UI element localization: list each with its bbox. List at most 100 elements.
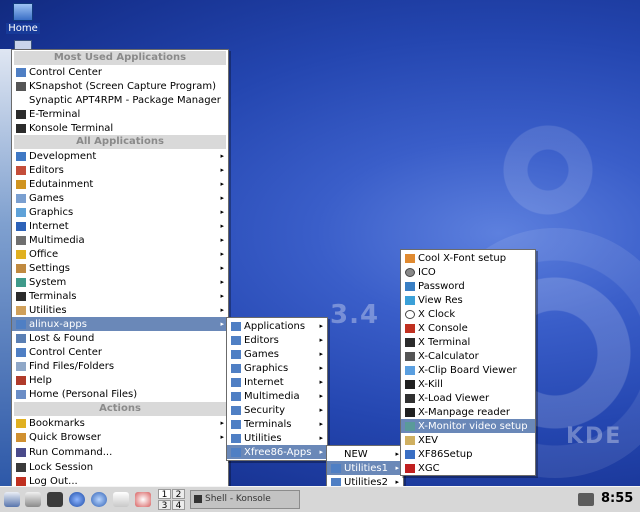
menu-item-label: ICO <box>418 266 436 278</box>
submenu-arrow-icon: ▸ <box>319 336 323 344</box>
menu-item-label: Multimedia <box>244 390 300 402</box>
menu-item-quick-browser[interactable]: Quick Browser ▸ <box>12 430 228 444</box>
taskbar: 1 2 3 4 Shell - Konsole 8:55 <box>0 486 640 512</box>
pager-desktop-4[interactable]: 4 <box>172 500 185 511</box>
submenu-item-x-clock[interactable]: X Clock <box>401 307 535 321</box>
menu-item-run-command[interactable]: Run Command... <box>12 445 228 459</box>
menu-item-label: Synaptic APT4RPM - Package Manager <box>29 94 221 106</box>
menu-item-synaptic-apt4rpm-package-manager[interactable]: Synaptic APT4RPM - Package Manager <box>12 93 228 107</box>
submenu-item-multimedia[interactable]: Multimedia ▸ <box>227 389 327 403</box>
submenu-item-security[interactable]: Security ▸ <box>227 403 327 417</box>
submenu-item-x-console[interactable]: X Console <box>401 321 535 335</box>
menu-item-control-center[interactable]: Control Center <box>12 345 228 359</box>
menu-item-label: Security <box>244 404 286 416</box>
menu-item-internet[interactable]: Internet ▸ <box>12 219 228 233</box>
menu-item-e-terminal[interactable]: E-Terminal <box>12 107 228 121</box>
folder-icon <box>231 419 241 429</box>
menu-item-label: X-Kill <box>418 378 443 390</box>
menu-item-label: Control Center <box>29 66 102 78</box>
menu-item-ksnapshot-screen-capture-program[interactable]: KSnapshot (Screen Capture Program) <box>12 79 228 93</box>
submenu-item-x-terminal[interactable]: X Terminal <box>401 335 535 349</box>
menu-item-graphics[interactable]: Graphics ▸ <box>12 205 228 219</box>
submenu-arrow-icon: ▸ <box>220 222 224 230</box>
submenu-arrow-icon: ▸ <box>395 464 399 472</box>
menu-item-lock-session[interactable]: Lock Session <box>12 460 228 474</box>
submenu-item-x-clip-board-viewer[interactable]: X-Clip Board Viewer <box>401 363 535 377</box>
lost-found-icon <box>16 333 26 343</box>
tray-icon[interactable] <box>578 493 594 506</box>
editor-launcher-icon[interactable] <box>113 492 129 507</box>
globe-launcher-icon[interactable] <box>91 492 107 507</box>
menu-item-edutainment[interactable]: Edutainment ▸ <box>12 177 228 191</box>
menu-item-lost-found[interactable]: Lost & Found <box>12 331 228 345</box>
menu-item-home-personal-files[interactable]: Home (Personal Files) <box>12 387 228 401</box>
menu-item-editors[interactable]: Editors ▸ <box>12 163 228 177</box>
submenu-item-x-monitor-video-setup[interactable]: X-Monitor video setup <box>401 419 535 433</box>
menu-item-bookmarks[interactable]: Bookmarks ▸ <box>12 416 228 430</box>
menu-item-label: Settings <box>29 262 71 274</box>
folder-icon <box>16 319 26 329</box>
pager-desktop-1[interactable]: 1 <box>158 489 171 500</box>
menu-item-terminals[interactable]: Terminals ▸ <box>12 289 228 303</box>
menu-item-find-files-folders[interactable]: Find Files/Folders <box>12 359 228 373</box>
submenu-item-utilities1[interactable]: Utilities1 ▸ <box>327 461 403 475</box>
submenu-item-xfree86-apps[interactable]: Xfree86-Apps ▸ <box>227 445 327 459</box>
k-menu-button[interactable] <box>4 492 20 507</box>
submenu-item-utilities[interactable]: Utilities ▸ <box>227 431 327 445</box>
menu-item-alinux-apps[interactable]: alinux-apps ▸ <box>12 317 228 331</box>
submenu-item-cool-x-font-setup[interactable]: Cool X-Font setup <box>401 251 535 265</box>
menu-item-konsole-terminal[interactable]: Konsole Terminal <box>12 121 228 135</box>
submenu-item-terminals[interactable]: Terminals ▸ <box>227 417 327 431</box>
menu-item-label: Terminals <box>244 418 292 430</box>
terminal-launcher-icon[interactable] <box>47 492 63 507</box>
menu-item-label: Office <box>29 248 59 260</box>
menu-item-label: X Clock <box>418 308 456 320</box>
menu-item-label: Development <box>29 150 97 162</box>
menu-item-office[interactable]: Office ▸ <box>12 247 228 261</box>
submenu-item-new[interactable]: NEW ▸ <box>327 447 403 461</box>
folder-icon <box>231 433 241 443</box>
submenu-item-applications[interactable]: Applications ▸ <box>227 319 327 333</box>
pager-desktop-3[interactable]: 3 <box>158 500 171 511</box>
clock-icon <box>405 309 415 319</box>
menu-item-settings[interactable]: Settings ▸ <box>12 261 228 275</box>
run-icon <box>16 447 26 457</box>
menu-item-label: X-Calculator <box>418 350 479 362</box>
submenu-item-ico[interactable]: ICO <box>401 265 535 279</box>
home-desktop-icon[interactable]: Home <box>6 3 40 34</box>
submenu-item-xf86setup[interactable]: XF86Setup <box>401 447 535 461</box>
menu-item-label: alinux-apps <box>29 318 87 330</box>
menu-item-control-center[interactable]: Control Center <box>12 65 228 79</box>
submenu-arrow-icon: ▸ <box>395 450 399 458</box>
taskbar-task-button[interactable]: Shell - Konsole <box>190 490 300 509</box>
menu-item-development[interactable]: Development ▸ <box>12 149 228 163</box>
submenu-arrow-icon: ▸ <box>220 320 224 328</box>
pager-desktop-2[interactable]: 2 <box>172 489 185 500</box>
submenu-item-view-res[interactable]: View Res <box>401 293 535 307</box>
menu-item-multimedia[interactable]: Multimedia ▸ <box>12 233 228 247</box>
gear-decoration <box>488 110 608 230</box>
menu-item-help[interactable]: Help <box>12 373 228 387</box>
submenu-item-x-manpage-reader[interactable]: X-Manpage reader <box>401 405 535 419</box>
section-title-all-applications: All Applications <box>14 135 226 149</box>
submenu-item-xgc[interactable]: XGC <box>401 461 535 475</box>
menu-item-games[interactable]: Games ▸ <box>12 191 228 205</box>
menu-item-utilities[interactable]: Utilities ▸ <box>12 303 228 317</box>
submenu-item-password[interactable]: Password <box>401 279 535 293</box>
mouse-launcher-icon[interactable] <box>135 492 151 507</box>
submenu-item-x-kill[interactable]: X-Kill <box>401 377 535 391</box>
submenu-item-games[interactable]: Games ▸ <box>227 347 327 361</box>
submenu-item-internet[interactable]: Internet ▸ <box>227 375 327 389</box>
show-desktop-icon[interactable] <box>25 492 41 507</box>
submenu-item-graphics[interactable]: Graphics ▸ <box>227 361 327 375</box>
menu-item-label: Quick Browser <box>29 431 101 443</box>
submenu-item-editors[interactable]: Editors ▸ <box>227 333 327 347</box>
internet-icon <box>16 221 26 231</box>
menu-item-system[interactable]: System ▸ <box>12 275 228 289</box>
graphics-icon <box>16 207 26 217</box>
submenu-item-x-calculator[interactable]: X-Calculator <box>401 349 535 363</box>
menu-item-label: X Terminal <box>418 336 471 348</box>
submenu-item-x-load-viewer[interactable]: X-Load Viewer <box>401 391 535 405</box>
browser-launcher-icon[interactable] <box>69 492 85 507</box>
submenu-item-xev[interactable]: XEV <box>401 433 535 447</box>
